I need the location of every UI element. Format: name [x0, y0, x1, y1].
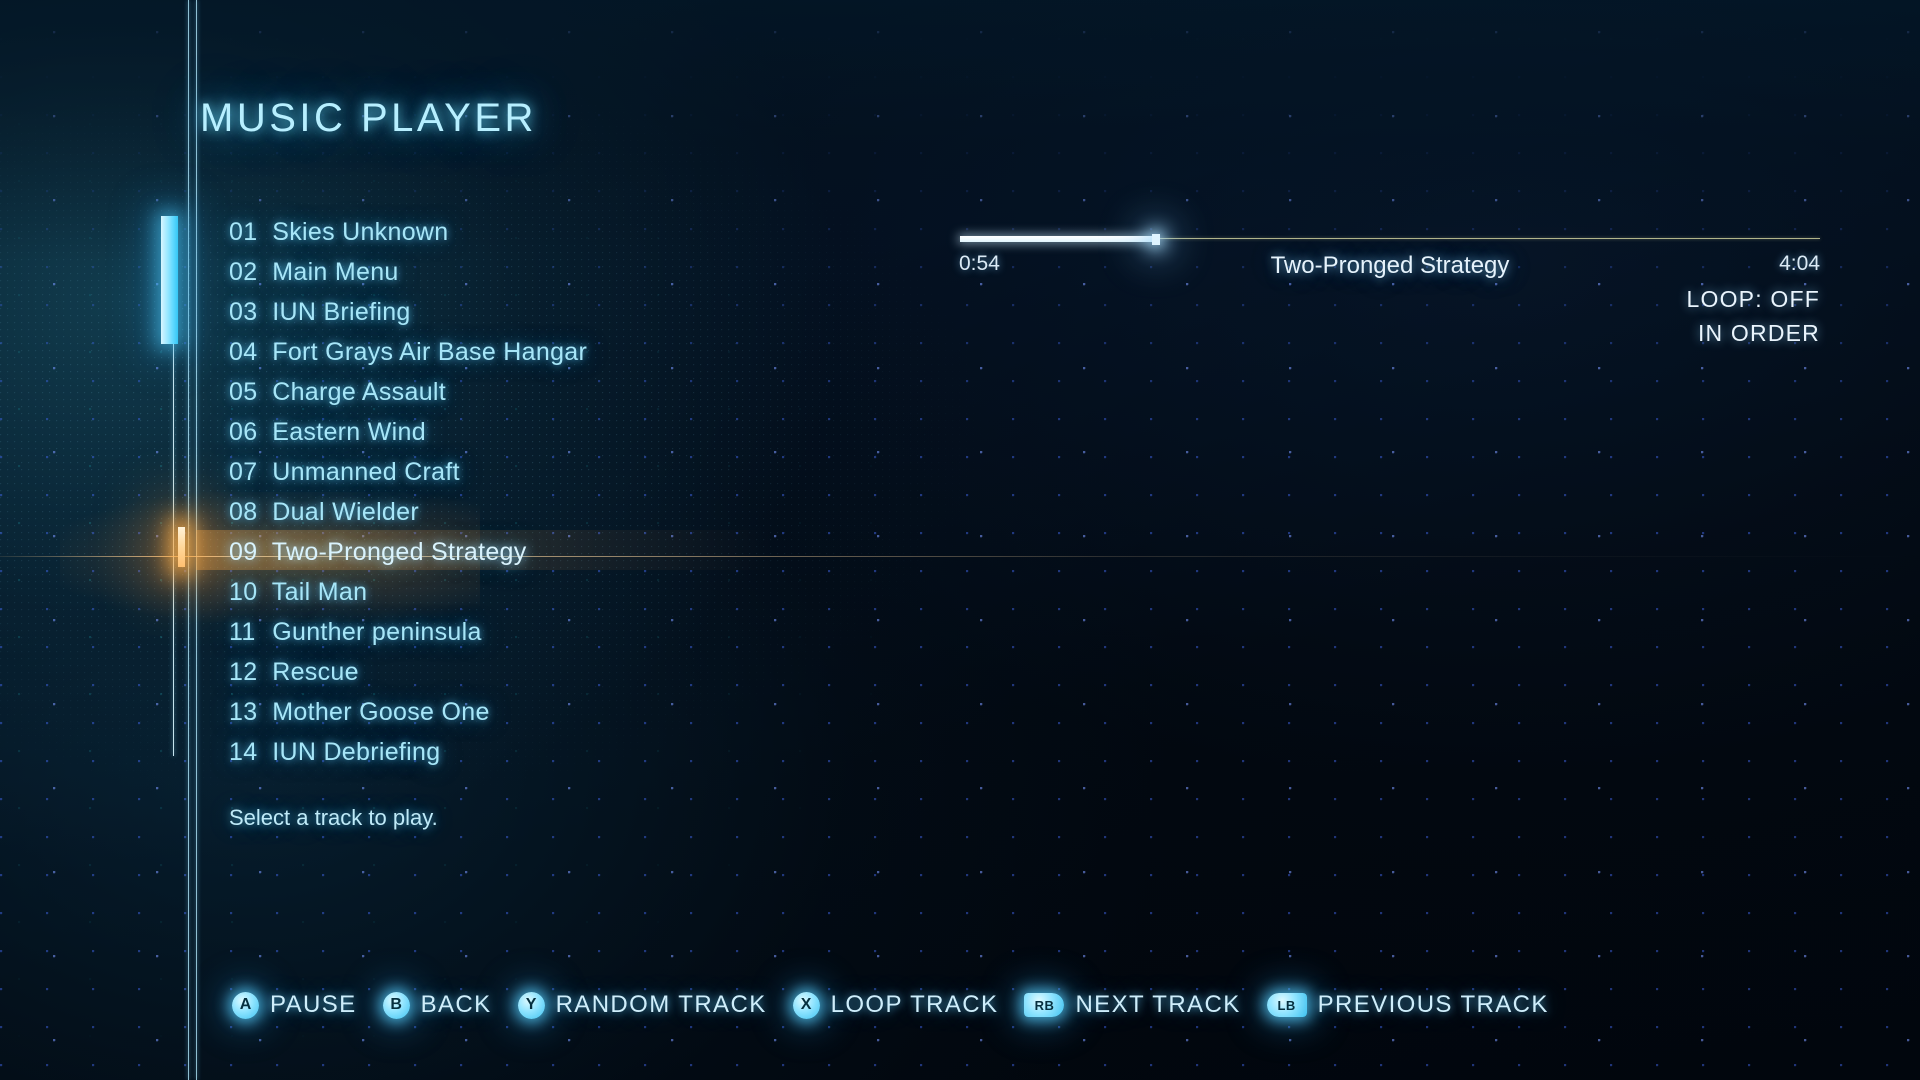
- track-number: 01: [229, 218, 258, 246]
- frame-vertical-line-outer: [188, 0, 189, 1080]
- legend-item[interactable]: LB PREVIOUS TRACK: [1266, 991, 1549, 1019]
- track-number: 02: [229, 258, 258, 286]
- track-row-selected[interactable]: 09 Two-Pronged Strategy: [229, 532, 989, 572]
- track-number: 05: [229, 378, 258, 406]
- track-number: 12: [229, 658, 258, 686]
- track-name: IUN Briefing: [272, 298, 411, 326]
- button-rb-icon: RB: [1024, 993, 1065, 1017]
- track-number: 07: [229, 458, 258, 486]
- button-b-icon: B: [382, 991, 410, 1019]
- page-title: MUSIC PLAYER: [200, 96, 537, 140]
- progress-handle[interactable]: [1151, 234, 1160, 245]
- track-name: Two-Pronged Strategy: [271, 538, 527, 566]
- track-name: Gunther peninsula: [272, 618, 482, 646]
- track-number: 03: [229, 298, 258, 326]
- loop-status[interactable]: LOOP: OFF: [960, 286, 1820, 313]
- button-x-icon: X: [792, 991, 820, 1019]
- track-row[interactable]: 08 Dual Wielder: [229, 492, 989, 532]
- track-name: IUN Debriefing: [272, 738, 441, 766]
- legend-label: RANDOM TRACK: [555, 991, 767, 1018]
- selection-marker-spark: [178, 527, 185, 567]
- button-y-icon: Y: [517, 991, 545, 1019]
- track-row[interactable]: 11 Gunther peninsula: [229, 612, 989, 652]
- play-order-status[interactable]: IN ORDER: [960, 320, 1820, 347]
- track-list: 01 Skies Unknown 02 Main Menu 03 IUN Brief…: [229, 212, 989, 772]
- track-name: Unmanned Craft: [272, 458, 460, 486]
- track-number: 09: [229, 538, 258, 566]
- button-legend: A PAUSE B BACK Y RANDOM TRACK X LOOP TRACK RB NEX…: [232, 991, 1575, 1019]
- track-name: Tail Man: [271, 578, 368, 606]
- track-row[interactable]: 01 Skies Unknown: [229, 212, 989, 252]
- legend-item[interactable]: RB NEXT TRACK: [1024, 991, 1240, 1019]
- music-player-screen: MUSIC PLAYER 01 Skies Unknown 02 Main Men…: [0, 0, 1920, 1080]
- hint-text: Select a track to play.: [229, 805, 438, 830]
- button-a-icon: A: [232, 991, 259, 1019]
- legend-label: LOOP TRACK: [830, 991, 999, 1018]
- scrollbar-thumb[interactable]: [161, 216, 178, 344]
- track-row[interactable]: 12 Rescue: [229, 652, 989, 692]
- legend-label: NEXT TRACK: [1075, 991, 1241, 1018]
- legend-item[interactable]: A PAUSE: [232, 991, 357, 1019]
- legend-item[interactable]: X LOOP TRACK: [792, 991, 999, 1019]
- track-row[interactable]: 05 Charge Assault: [229, 372, 989, 412]
- track-name: Charge Assault: [272, 378, 446, 406]
- track-row[interactable]: 06 Eastern Wind: [229, 412, 989, 452]
- legend-label: PAUSE: [270, 991, 357, 1018]
- frame-vertical-line-inner: [196, 0, 197, 1080]
- track-row[interactable]: 03 IUN Briefing: [229, 292, 989, 332]
- track-number: 10: [229, 578, 258, 606]
- track-row[interactable]: 10 Tail Man: [229, 572, 989, 612]
- track-name: Fort Grays Air Base Hangar: [272, 338, 588, 366]
- legend-label: BACK: [420, 991, 492, 1018]
- track-name: Dual Wielder: [272, 498, 419, 526]
- track-row[interactable]: 14 IUN Debriefing: [229, 732, 989, 772]
- track-number: 14: [229, 738, 258, 766]
- track-number: 13: [229, 698, 258, 726]
- track-number: 06: [229, 418, 258, 446]
- progress-bar[interactable]: [960, 234, 1820, 245]
- button-lb-icon: LB: [1266, 993, 1307, 1017]
- track-row[interactable]: 04 Fort Grays Air Base Hangar: [229, 332, 989, 372]
- track-number: 08: [229, 498, 258, 526]
- track-row[interactable]: 13 Mother Goose One: [229, 692, 989, 732]
- total-time: 4:04: [1779, 252, 1820, 275]
- track-name: Main Menu: [272, 258, 399, 286]
- track-row[interactable]: 02 Main Menu: [229, 252, 989, 292]
- legend-label: PREVIOUS TRACK: [1317, 991, 1549, 1018]
- track-row[interactable]: 07 Unmanned Craft: [229, 452, 989, 492]
- legend-item[interactable]: B BACK: [382, 991, 492, 1019]
- progress-fill: [960, 236, 1158, 242]
- track-number: 04: [229, 338, 258, 366]
- legend-item[interactable]: Y RANDOM TRACK: [517, 991, 767, 1019]
- track-number: 11: [229, 618, 256, 646]
- track-name: Rescue: [272, 658, 359, 686]
- track-name: Mother Goose One: [272, 698, 490, 726]
- track-name: Eastern Wind: [272, 418, 426, 446]
- track-name: Skies Unknown: [272, 218, 449, 246]
